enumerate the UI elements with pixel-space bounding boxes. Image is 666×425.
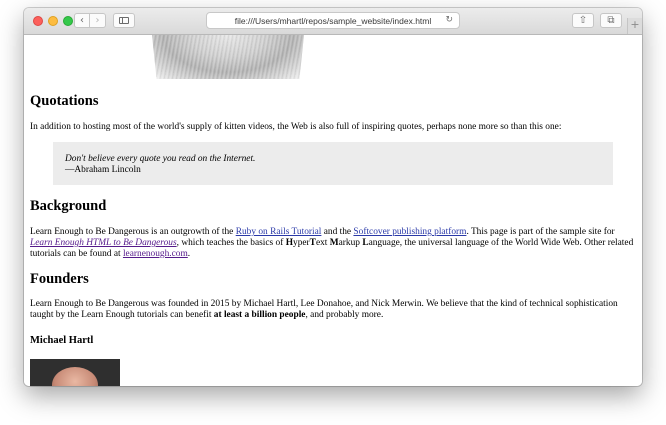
acronym-letter: M [329, 238, 339, 248]
background-text: arkup [338, 238, 363, 248]
background-text: . [187, 249, 191, 259]
browser-window: ‹ › file:///Users/mhartl/repos/sample_we… [24, 8, 642, 386]
back-icon: ‹ [80, 15, 84, 26]
acronym-letter: H [285, 238, 293, 248]
quote-text: Don't believe every quote you read on th… [65, 154, 256, 164]
kitten-image-texture [152, 35, 304, 79]
new-tab-icon: + [630, 18, 640, 31]
browser-toolbar: ‹ › file:///Users/mhartl/repos/sample_we… [24, 8, 642, 35]
forward-icon: › [95, 15, 100, 26]
quotations-heading: Quotations [30, 93, 99, 109]
back-button[interactable]: ‹ [74, 13, 90, 28]
tabs-icon: ⧉ [607, 15, 615, 26]
michael-hartl-photo [30, 359, 120, 386]
background-text: yper [293, 238, 310, 248]
learn-enough-html-link[interactable]: Learn Enough HTML to Be Dangerous [30, 238, 177, 248]
share-button[interactable]: ⇧ [572, 13, 594, 28]
background-text: . This page is part of the sample site f… [466, 227, 615, 237]
founders-heading: Founders [30, 271, 89, 287]
ruby-on-rails-tutorial-link[interactable]: Ruby on Rails Tutorial [236, 227, 322, 237]
quotations-intro: In addition to hosting most of the world… [30, 122, 562, 132]
page-content: Quotations In addition to hosting most o… [24, 35, 642, 386]
background-paragraph: Learn Enough to Be Dangerous is an outgr… [30, 227, 634, 260]
show-tabs-button[interactable]: ⧉ [600, 13, 622, 28]
background-text: Learn Enough to Be Dangerous is an outgr… [30, 227, 236, 237]
minimize-window-button[interactable] [48, 16, 58, 26]
background-text: , which teaches the basics of [176, 238, 286, 248]
photo-face [52, 367, 98, 386]
forward-button[interactable]: › [90, 13, 106, 28]
new-tab-button[interactable]: + [627, 18, 642, 34]
background-text: ext [315, 238, 330, 248]
sidebar-button[interactable] [113, 13, 135, 28]
close-window-button[interactable] [33, 16, 43, 26]
window-controls [33, 16, 73, 26]
background-text: and the [321, 227, 354, 237]
background-heading: Background [30, 198, 107, 214]
michael-hartl-heading: Michael Hartl [30, 335, 94, 346]
address-bar[interactable]: file:///Users/mhartl/repos/sample_websit… [206, 12, 460, 29]
founders-bold-text: at least a billion people [213, 310, 306, 320]
zoom-window-button[interactable] [63, 16, 73, 26]
address-url: file:///Users/mhartl/repos/sample_websit… [234, 15, 432, 26]
founders-text: , and probably more. [305, 310, 384, 320]
blockquote: Don't believe every quote you read on th… [53, 142, 613, 185]
learnenough-link[interactable]: learnenough.com [123, 249, 188, 259]
share-icon: ⇧ [578, 15, 588, 26]
navigation-buttons: ‹ › [74, 13, 106, 28]
sidebar-icon [119, 17, 129, 24]
quote-attribution: —Abraham Lincoln [65, 165, 141, 175]
founders-paragraph: Learn Enough to Be Dangerous was founded… [30, 299, 634, 321]
softcover-link[interactable]: Softcover publishing platform [353, 227, 466, 237]
reload-icon[interactable]: ↻ [445, 15, 453, 25]
